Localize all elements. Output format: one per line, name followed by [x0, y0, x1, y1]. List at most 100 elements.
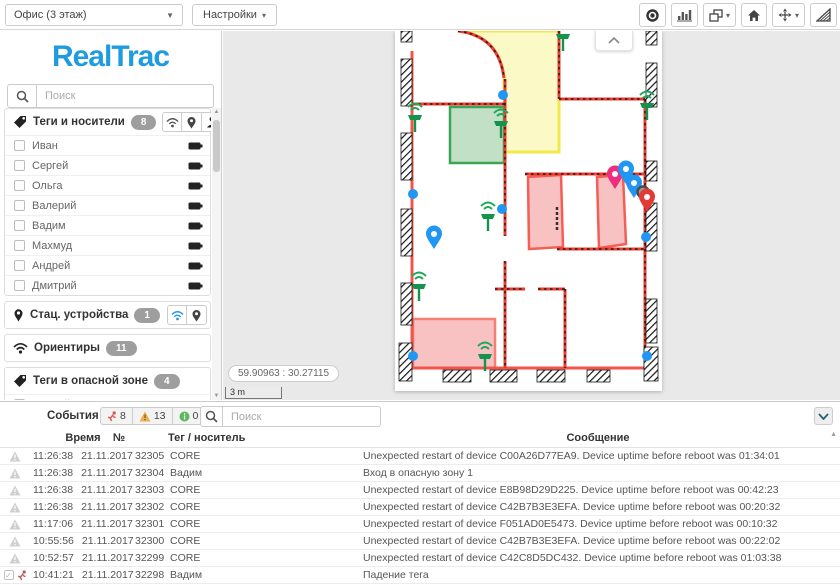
floor-select[interactable]: Офис (3 этаж) ▼: [5, 4, 183, 26]
fall-alarm-icon: [17, 570, 27, 581]
home-button[interactable]: [741, 3, 767, 27]
tag-pin-blue: [426, 226, 442, 250]
table-row[interactable]: ✓ 10:52:5721.11.2017 32299 CORE Unexpect…: [0, 550, 840, 567]
table-row[interactable]: ✓ 11:26:3821.11.2017 32305 CORE Unexpect…: [0, 448, 840, 465]
table-row[interactable]: ✓ 11:17:0621.11.2017 32301 CORE Unexpect…: [0, 516, 840, 533]
sidebar-sections: Теги и носители 8 ▾: [4, 108, 211, 400]
table-row[interactable]: ✓ 10:55:5621.11.2017 32300 CORE Unexpect…: [0, 533, 840, 550]
scrollbar-thumb[interactable]: [213, 120, 220, 172]
wifi-filter-button[interactable]: [162, 112, 182, 132]
list-item[interactable]: Валерий: [5, 195, 210, 215]
item-name: Иван: [32, 140, 58, 152]
table-row[interactable]: ✓ 11:26:3821.11.2017 32302 CORE Unexpect…: [0, 499, 840, 516]
item-checkbox[interactable]: [14, 160, 25, 171]
item-checkbox[interactable]: [14, 280, 25, 291]
item-checkbox[interactable]: [14, 200, 25, 211]
battery-icon: [188, 400, 203, 401]
floor-plan[interactable]: [395, 31, 662, 391]
events-table-header: Время № Тег / носитель Сообщение ▲: [0, 429, 840, 448]
layers-icon: [709, 9, 723, 22]
column-header-tag[interactable]: Тег / носитель: [168, 432, 245, 444]
section-danger-tags: Теги в опасной зоне 4 Андрей: [4, 367, 211, 400]
warning-triangle-icon: [9, 553, 21, 564]
cell-message: Unexpected restart of device C42C8D5DC43…: [363, 552, 840, 564]
cell-tag: CORE: [170, 552, 363, 564]
search-input[interactable]: [37, 84, 214, 108]
item-checkbox[interactable]: [14, 240, 25, 251]
item-checkbox[interactable]: [14, 220, 25, 231]
statistics-button[interactable]: [671, 3, 698, 27]
scroll-down-icon[interactable]: ▼: [212, 393, 221, 399]
floor-select-value: Офис (3 этаж): [14, 9, 87, 21]
wifi-filter-button-active[interactable]: [167, 305, 187, 325]
list-item[interactable]: Андрей: [5, 255, 210, 275]
ruler-triangle-icon: [816, 8, 831, 22]
count-badge: 4: [154, 374, 180, 389]
cell-message: Unexpected restart of device C00A26D77EA…: [363, 450, 840, 462]
list-item[interactable]: Сергей: [5, 155, 210, 175]
section-danger-header[interactable]: Теги в опасной зоне 4: [5, 368, 210, 394]
map-collapse-button[interactable]: [595, 31, 633, 51]
cell-number: 32303: [135, 484, 170, 496]
cell-time: 10:41:2121.11.2017: [30, 569, 135, 581]
chevron-up-icon: [608, 37, 620, 44]
search-button[interactable]: [200, 406, 223, 427]
item-checkbox[interactable]: [14, 180, 25, 191]
measure-button[interactable]: [810, 3, 837, 27]
list-item[interactable]: Дмитрий: [5, 275, 210, 295]
battery-icon: [188, 201, 203, 211]
search-button[interactable]: [7, 84, 37, 108]
move-arrows-icon: [778, 8, 792, 22]
settings-button[interactable]: Настройки ▾: [192, 4, 277, 26]
section-tags-header[interactable]: Теги и носители 8 ▾: [5, 109, 210, 135]
item-name: Андрей: [32, 260, 70, 272]
cell-tag: CORE: [170, 450, 363, 462]
list-item[interactable]: Андрей: [5, 394, 210, 400]
cell-message: Unexpected restart of device C42B7B3E3EF…: [363, 501, 840, 513]
events-search-input[interactable]: [223, 406, 381, 427]
pin-filter-button[interactable]: [182, 112, 202, 132]
section-landmarks-header[interactable]: Ориентиры 11: [5, 335, 210, 361]
floors-button[interactable]: ▾: [703, 3, 736, 27]
alarm-filter-button[interactable]: 8: [101, 408, 133, 424]
cell-number: 32302: [135, 501, 170, 513]
scroll-up-icon[interactable]: ▲: [212, 109, 221, 115]
section-title: Стац. устройства: [30, 309, 128, 321]
list-item[interactable]: Иван: [5, 135, 210, 155]
item-checkbox[interactable]: [14, 399, 25, 400]
table-row[interactable]: ✓ 11:26:3821.11.2017 32303 CORE Unexpect…: [0, 482, 840, 499]
section-stationary-header[interactable]: Стац. устройства 1: [5, 302, 210, 328]
map-panel[interactable]: 59.90963 : 30.27115 3 m: [223, 31, 840, 400]
warning-triangle-icon: [9, 468, 21, 479]
record-button[interactable]: [639, 3, 666, 27]
table-scroll-up-icon[interactable]: ▲: [830, 431, 837, 438]
count-badge: 1: [134, 308, 160, 323]
list-item[interactable]: Ольга: [5, 175, 210, 195]
sidebar-scrollbar[interactable]: ▲ ▼: [212, 108, 221, 400]
events-title: События: [47, 410, 99, 422]
cell-time: 10:55:5621.11.2017: [30, 535, 135, 547]
events-collapse-button[interactable]: [814, 407, 833, 425]
table-row[interactable]: ✓ 11:26:3821.11.2017 32304 Вадим Вход в …: [0, 465, 840, 482]
row-checkbox[interactable]: ✓: [4, 570, 14, 580]
list-item[interactable]: Вадим: [5, 215, 210, 235]
table-row[interactable]: ✓ 10:41:2121.11.2017 32298 Вадим Падение…: [0, 567, 840, 584]
column-header-number[interactable]: №: [103, 432, 135, 444]
cell-time: 11:26:3821.11.2017: [30, 501, 135, 513]
item-checkbox[interactable]: [14, 260, 25, 271]
cell-message: Unexpected restart of device C42B7B3E3EF…: [363, 535, 840, 547]
list-item[interactable]: Махмуд: [5, 235, 210, 255]
battery-icon: [188, 241, 203, 251]
pin-filter-button[interactable]: [187, 305, 207, 325]
column-header-message[interactable]: Сообщение: [363, 432, 833, 444]
chevron-down-icon: ▾: [262, 11, 266, 20]
person-filter-button[interactable]: [202, 112, 211, 132]
tag-icon: [13, 374, 27, 388]
move-button[interactable]: ▾: [772, 3, 805, 27]
warning-filter-button[interactable]: 13: [133, 408, 173, 424]
cell-number: 32304: [135, 467, 170, 479]
cell-number: 32299: [135, 552, 170, 564]
item-checkbox[interactable]: [14, 140, 25, 151]
section-landmarks: Ориентиры 11: [4, 334, 211, 362]
warning-triangle-icon: [9, 451, 21, 462]
